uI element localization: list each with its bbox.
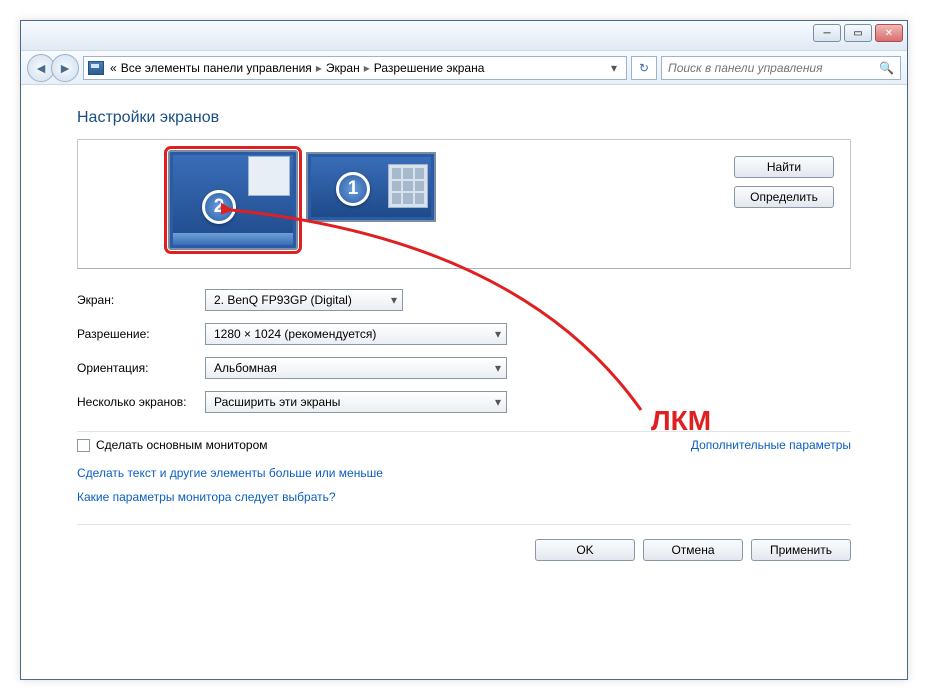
divider — [77, 524, 851, 525]
primary-monitor-label: Сделать основным монитором — [96, 438, 268, 452]
page-title: Настройки экранов — [77, 109, 851, 127]
monitor-badge-1: 1 — [336, 172, 370, 206]
monitor-preview: 2 1 Найти Определить — [77, 139, 851, 269]
find-button[interactable]: Найти — [734, 156, 834, 178]
monitor-side-buttons: Найти Определить — [734, 156, 834, 208]
maximize-button[interactable]: ▭ — [844, 24, 872, 42]
combo-multi[interactable]: Расширить эти экраны — [205, 391, 507, 413]
cancel-button[interactable]: Отмена — [643, 539, 743, 561]
monitor-thumb-2[interactable]: 2 — [168, 150, 298, 250]
monitor-badge-2: 2 — [202, 190, 236, 224]
address-bar[interactable]: « Все элементы панели управления ▸ Экран… — [83, 56, 627, 80]
links-block: Сделать текст и другие элементы больше и… — [77, 466, 851, 504]
chevron-right-icon: ▸ — [364, 61, 370, 75]
primary-monitor-checkbox-wrap: Сделать основным монитором — [77, 438, 268, 452]
search-icon[interactable]: 🔍 — [879, 61, 894, 75]
window-frame: ─ ▭ ✕ ◄ ► « Все элементы панели управлен… — [20, 20, 908, 680]
breadcrumb-item[interactable]: Разрешение экрана — [374, 61, 485, 75]
minimize-button[interactable]: ─ — [813, 24, 841, 42]
breadcrumb-prefix: « — [110, 61, 117, 75]
nav-row: ◄ ► « Все элементы панели управления ▸ Э… — [21, 51, 907, 85]
combo-orientation[interactable]: Альбомная — [205, 357, 507, 379]
label-multi: Несколько экранов: — [77, 395, 205, 409]
search-input[interactable] — [668, 61, 879, 75]
chevron-right-icon: ▸ — [316, 61, 322, 75]
apply-button[interactable]: Применить — [751, 539, 851, 561]
advanced-settings-link[interactable]: Дополнительные параметры — [691, 438, 851, 452]
label-resolution: Разрешение: — [77, 327, 205, 341]
form-rows: Экран: 2. BenQ FP93GP (Digital) Разрешен… — [77, 289, 851, 413]
control-panel-icon — [88, 61, 104, 75]
breadcrumb-item[interactable]: Все элементы панели управления — [121, 61, 312, 75]
forward-button[interactable]: ► — [51, 54, 79, 82]
window-controls: ─ ▭ ✕ — [813, 24, 903, 42]
text-size-link[interactable]: Сделать текст и другие элементы больше и… — [77, 466, 851, 480]
monitor-thumb-1[interactable]: 1 — [306, 152, 436, 222]
breadcrumb: « Все элементы панели управления ▸ Экран… — [110, 61, 484, 75]
refresh-button[interactable]: ↻ — [631, 56, 657, 80]
close-button[interactable]: ✕ — [875, 24, 903, 42]
nav-arrows: ◄ ► — [27, 54, 79, 82]
content-area: Настройки экранов 2 1 Найти Определить — [21, 85, 907, 679]
ok-button[interactable]: OK — [535, 539, 635, 561]
footer-buttons: OK Отмена Применить — [77, 539, 851, 561]
monitor-area: 2 1 — [168, 150, 436, 250]
primary-monitor-checkbox[interactable] — [77, 439, 90, 452]
titlebar: ─ ▭ ✕ — [21, 21, 907, 51]
label-screen: Экран: — [77, 293, 205, 307]
combo-screen[interactable]: 2. BenQ FP93GP (Digital) — [205, 289, 403, 311]
breadcrumb-item[interactable]: Экран — [326, 61, 360, 75]
address-dropdown[interactable]: ▾ — [606, 61, 622, 75]
combo-resolution[interactable]: 1280 × 1024 (рекомендуется) — [205, 323, 507, 345]
identify-button[interactable]: Определить — [734, 186, 834, 208]
label-orientation: Ориентация: — [77, 361, 205, 375]
checkbox-row: Сделать основным монитором Дополнительны… — [77, 431, 851, 452]
which-settings-link[interactable]: Какие параметры монитора следует выбрать… — [77, 490, 851, 504]
search-box[interactable]: 🔍 — [661, 56, 901, 80]
